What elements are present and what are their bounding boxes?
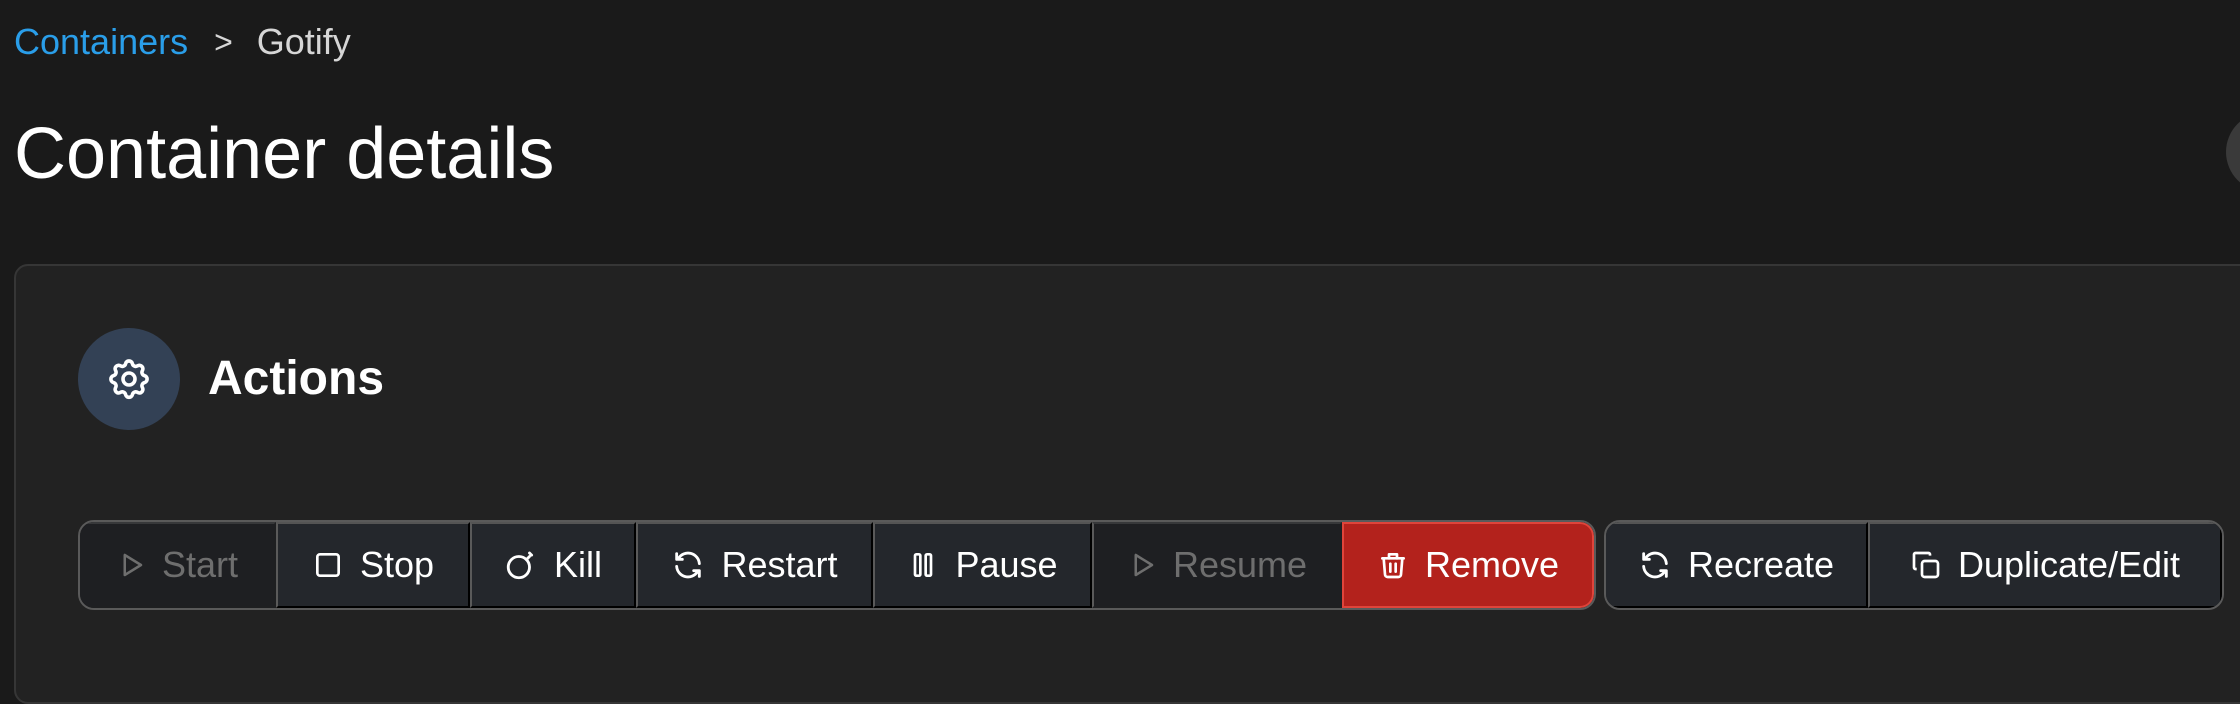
container-action-group: Start Stop Kill Restart Pause Resume Rem…: [78, 520, 1596, 610]
duplicate-edit-button-label: Duplicate/Edit: [1957, 544, 2181, 585]
resume-button[interactable]: Resume: [1092, 522, 1342, 608]
kill-button-label: Kill: [553, 544, 602, 585]
pause-icon: [914, 553, 933, 577]
stop-button[interactable]: Stop: [276, 522, 470, 608]
breadcrumb-current: Gotify: [256, 21, 351, 62]
resume-button-label: Resume: [1172, 544, 1308, 585]
pause-button-label: Pause: [955, 544, 1058, 585]
restart-button[interactable]: Restart: [636, 522, 873, 608]
actions-panel-header: Actions: [78, 328, 384, 430]
refresh-icon: [675, 551, 702, 579]
bomb-icon: [506, 551, 534, 580]
pause-button[interactable]: Pause: [873, 522, 1092, 608]
actions-panel: Actions Start Stop Kill Restart Pause Re…: [14, 264, 2240, 704]
start-button-label: Start: [161, 544, 239, 585]
breadcrumb-link-containers[interactable]: Containers: [14, 18, 188, 66]
page-title: Container details: [14, 114, 555, 194]
restart-button-label: Restart: [721, 544, 838, 585]
trash-icon: [1380, 553, 1405, 579]
kill-button[interactable]: Kill: [470, 522, 636, 608]
container-management-group: Recreate Duplicate/Edit: [1604, 520, 2224, 610]
gear-icon: [78, 328, 180, 430]
play-icon: [1134, 553, 1154, 577]
remove-button[interactable]: Remove: [1342, 522, 1594, 608]
actions-panel-title: Actions: [208, 352, 385, 405]
copy-icon: [1912, 551, 1940, 579]
breadcrumb-separator: >: [214, 24, 233, 60]
duplicate-edit-button[interactable]: Duplicate/Edit: [1868, 522, 2222, 608]
recreate-button[interactable]: Recreate: [1606, 522, 1868, 608]
play-icon: [123, 553, 143, 577]
recreate-button-label: Recreate: [1687, 544, 1835, 585]
breadcrumb: Containers > Gotify: [14, 18, 351, 66]
user-avatar-edge[interactable]: [2226, 112, 2240, 192]
start-button[interactable]: Start: [80, 522, 276, 608]
stop-button-label: Stop: [359, 544, 435, 585]
remove-button-label: Remove: [1424, 544, 1560, 585]
stop-icon: [315, 553, 340, 577]
refresh-icon: [1642, 551, 1668, 579]
